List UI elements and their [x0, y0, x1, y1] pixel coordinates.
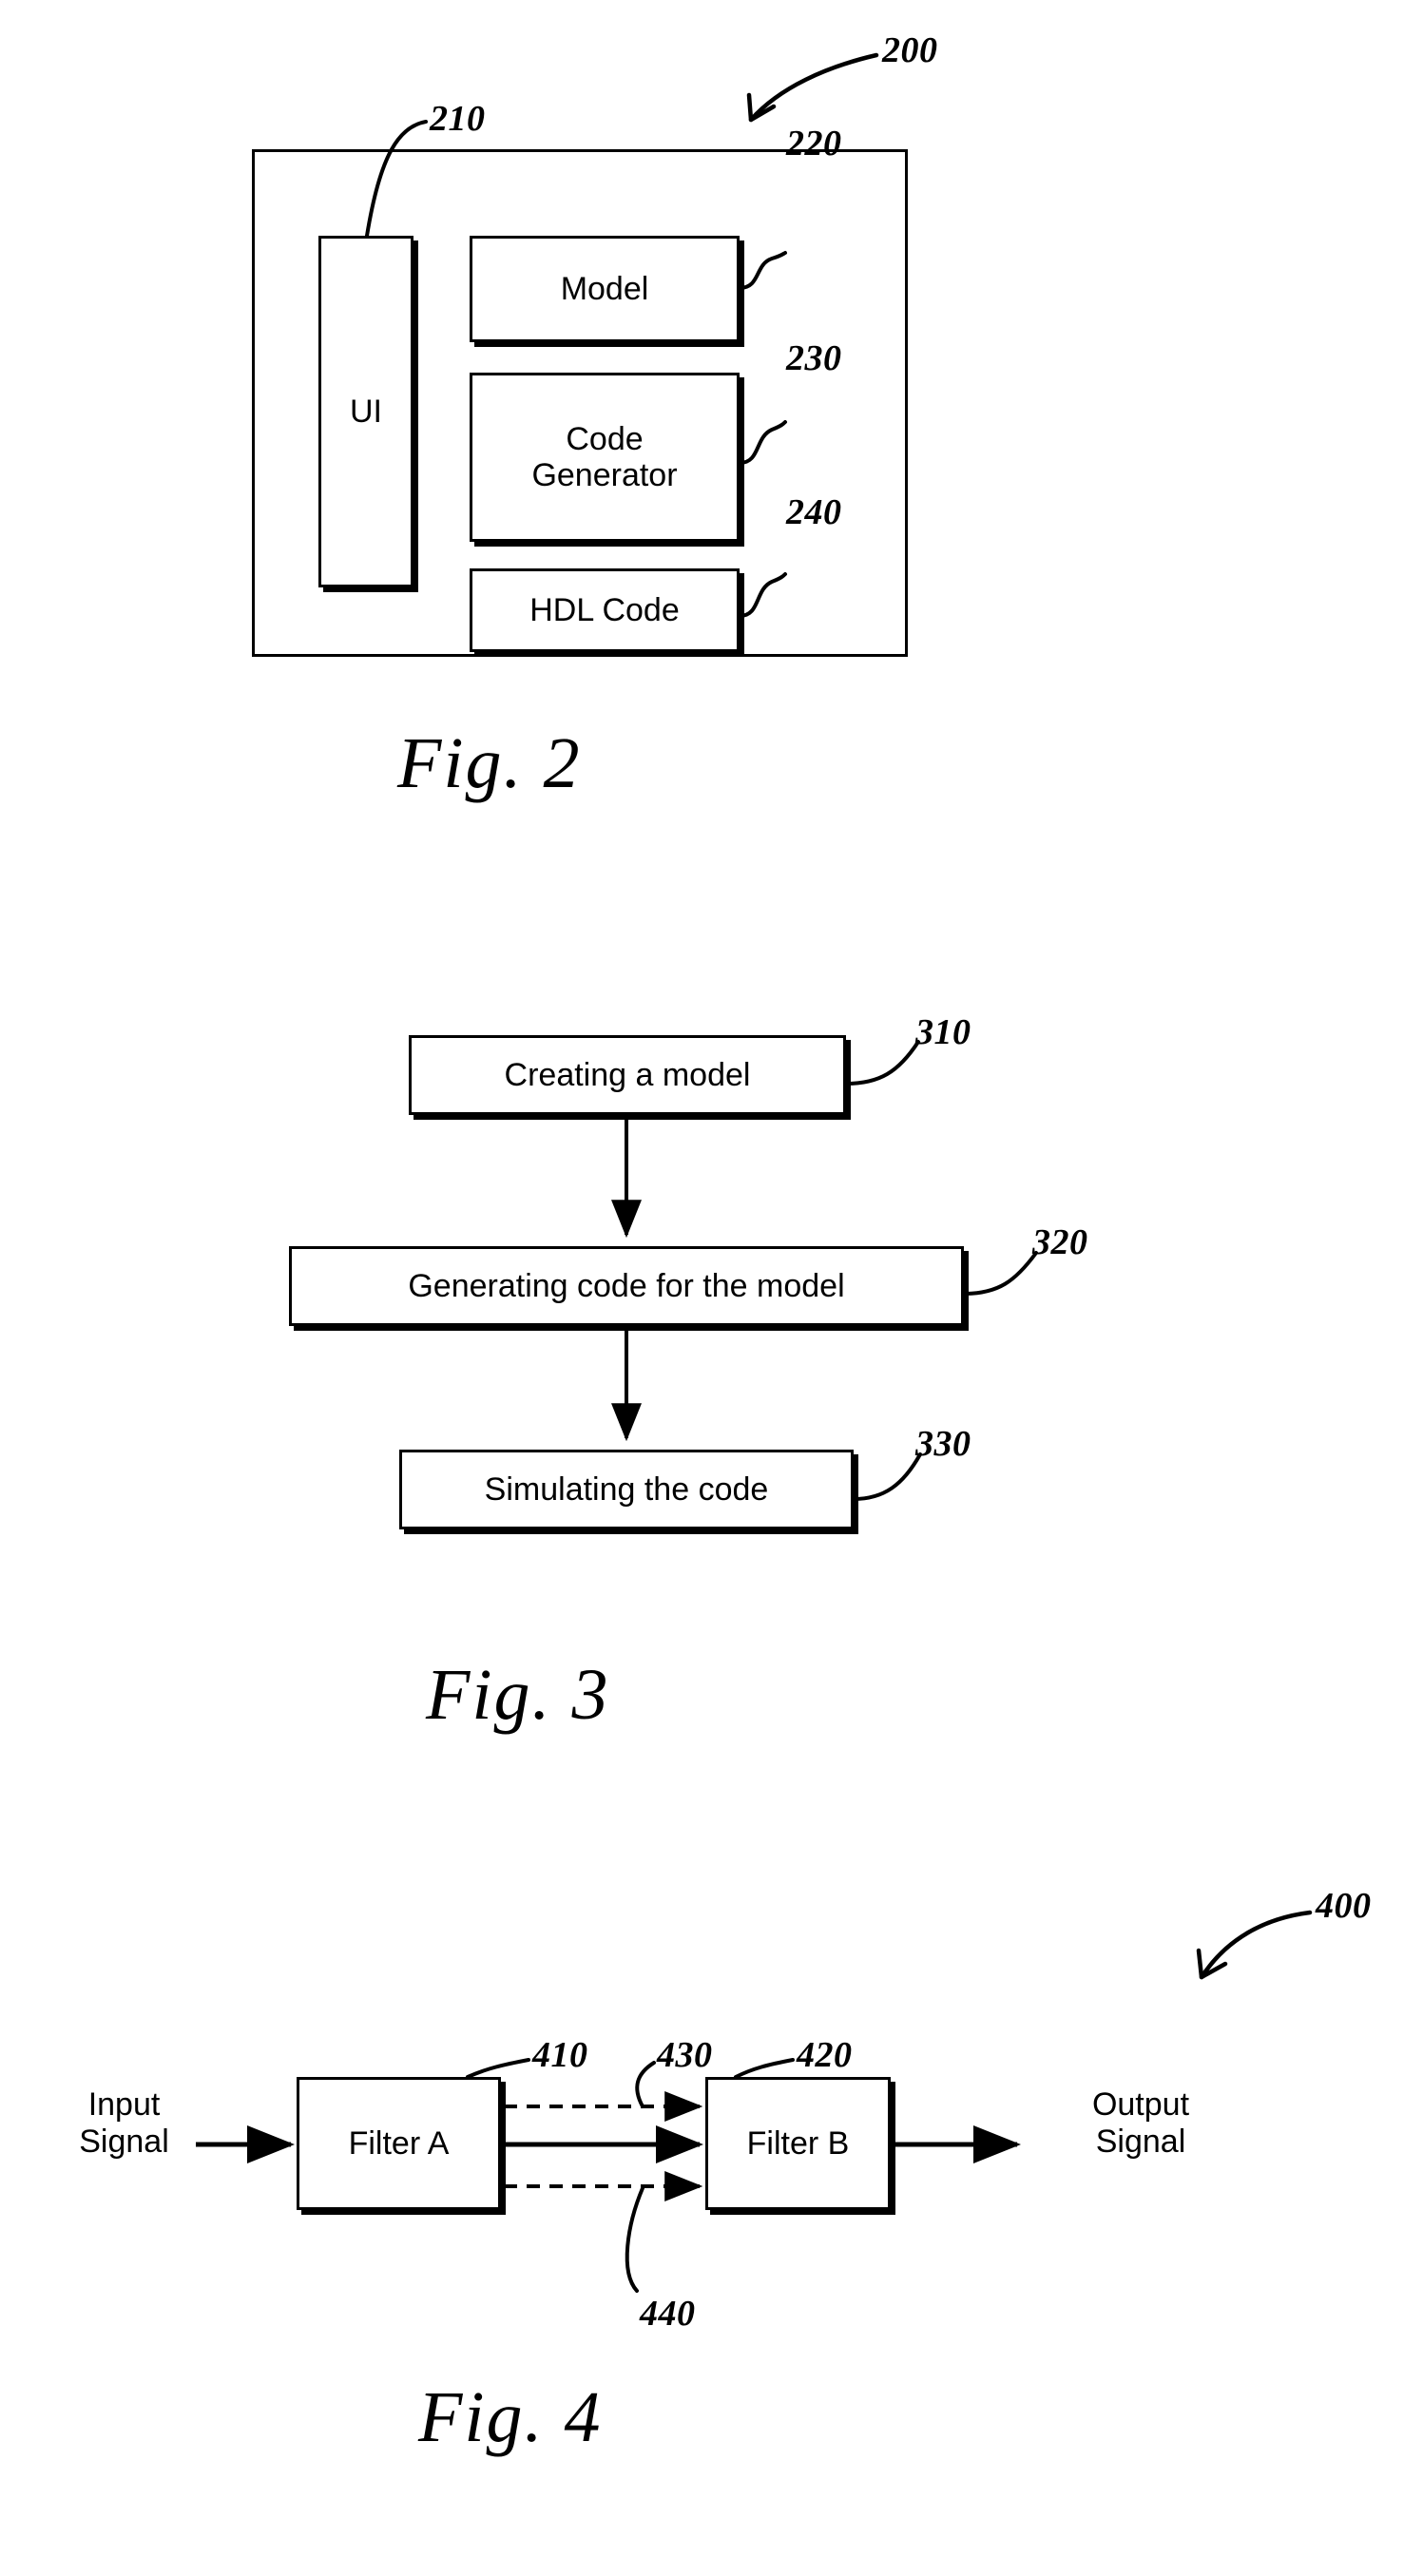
- fig2-ref-230: 230: [786, 338, 842, 378]
- fig4-ref-420: 420: [797, 2035, 853, 2075]
- fig4-leader-430: [635, 2061, 656, 2108]
- fig4-block-filter-a-label: Filter A: [348, 2124, 450, 2162]
- fig2-leader-200-arrowhead: [746, 92, 777, 123]
- fig4-leader-400: [1199, 1910, 1313, 1980]
- fig2-ref-240: 240: [786, 492, 842, 532]
- fig4-input-signal-label: Input Signal: [79, 2086, 169, 2161]
- fig4-block-filter-a: Filter A: [297, 2077, 501, 2210]
- fig2-caption: Fig. 2: [397, 723, 582, 803]
- fig3-step-simulating-code-label: Simulating the code: [484, 1471, 769, 1508]
- fig4-block-filter-b-label: Filter B: [746, 2124, 850, 2162]
- fig2-ref-220: 220: [786, 124, 842, 163]
- fig3-ref-330: 330: [915, 1424, 971, 1464]
- fig2-block-ui-label: UI: [350, 393, 382, 430]
- fig3-ref-320: 320: [1032, 1222, 1088, 1262]
- fig4-ref-430: 430: [657, 2035, 713, 2075]
- fig2-ref-200: 200: [882, 30, 938, 70]
- fig4-ref-440: 440: [640, 2294, 696, 2334]
- fig2-block-code-generator-label: Code Generator: [531, 420, 678, 493]
- fig2-block-ui: UI: [318, 236, 414, 587]
- fig2-block-model: Model: [470, 236, 740, 342]
- figure-sheet: UI Model Code Generator HDL Code 200 210…: [0, 0, 1404, 2576]
- fig3-ref-310: 310: [915, 1012, 971, 1052]
- fig3-step-creating-a-model-label: Creating a model: [504, 1056, 751, 1093]
- fig4-leader-410: [466, 2058, 530, 2079]
- fig3-step-generating-code: Generating code for the model: [289, 1246, 964, 1326]
- fig2-block-hdl-code: HDL Code: [470, 568, 740, 652]
- fig4-ref-410: 410: [532, 2035, 588, 2075]
- fig2-block-hdl-code-label: HDL Code: [529, 591, 680, 628]
- fig4-leader-420: [734, 2058, 795, 2079]
- fig4-leader-440: [625, 2186, 644, 2293]
- fig3-leader-330: [852, 1452, 922, 1501]
- fig4-ref-400: 400: [1316, 1886, 1372, 1926]
- fig4-caption: Fig. 4: [418, 2377, 603, 2457]
- fig4-output-signal-label: Output Signal: [1091, 2086, 1190, 2161]
- fig2-block-code-generator: Code Generator: [470, 373, 740, 542]
- fig4-block-filter-b: Filter B: [705, 2077, 891, 2210]
- fig2-block-model-label: Model: [560, 270, 649, 307]
- fig3-step-generating-code-label: Generating code for the model: [408, 1267, 845, 1304]
- fig3-leader-310: [844, 1040, 920, 1086]
- fig3-step-simulating-code: Simulating the code: [399, 1450, 854, 1529]
- fig2-ref-210: 210: [430, 99, 486, 139]
- fig3-step-creating-a-model: Creating a model: [409, 1035, 846, 1115]
- fig2-leader-200: [748, 52, 879, 123]
- fig3-leader-320: [962, 1251, 1038, 1296]
- fig4-leader-400-arrowhead: [1196, 1948, 1228, 1980]
- fig3-caption: Fig. 3: [426, 1655, 610, 1735]
